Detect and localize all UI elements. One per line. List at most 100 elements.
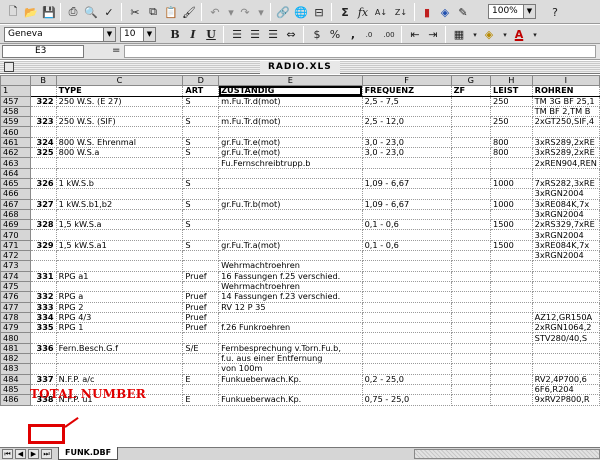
print-preview-icon[interactable]: 🔍	[82, 3, 100, 21]
column-header-e[interactable]: E	[218, 75, 363, 87]
row-header[interactable]: 459	[0, 116, 31, 128]
row-header[interactable]: 474	[0, 270, 31, 282]
cell[interactable]	[30, 188, 57, 200]
column-header-g[interactable]: G	[450, 75, 491, 87]
cell[interactable]	[490, 260, 533, 272]
cell[interactable]	[490, 322, 533, 334]
cell[interactable]: 250 W.S. (E 27)	[56, 96, 184, 107]
redo-dropdown-icon[interactable]: ▾	[252, 3, 270, 21]
cell[interactable]	[362, 188, 452, 200]
cell[interactable]: 1000	[490, 199, 533, 210]
decrease-decimal-button[interactable]: .00	[380, 26, 398, 43]
cell[interactable]: gr.Fu.Tr.e(mot)	[218, 137, 363, 149]
increase-decimal-button[interactable]: .0	[360, 26, 378, 43]
cell[interactable]	[532, 168, 600, 179]
cell[interactable]	[30, 229, 57, 241]
cell[interactable]: 3xRGN2004	[532, 229, 600, 241]
cell[interactable]	[56, 168, 184, 179]
cell[interactable]: 2,5 - 12,0	[362, 116, 452, 128]
cell[interactable]	[182, 260, 220, 272]
row-header[interactable]: 460	[0, 126, 31, 138]
row-header[interactable]: 484	[0, 373, 31, 385]
cell[interactable]: 1500	[490, 219, 533, 231]
cell[interactable]	[532, 353, 600, 365]
cell[interactable]: RPG 2	[56, 302, 184, 313]
cell[interactable]: 3,0 - 23,0	[362, 147, 452, 159]
cell[interactable]: 9xRV2P800,R	[532, 394, 600, 406]
cell[interactable]: Pruef	[182, 312, 220, 324]
row-header[interactable]: 472	[0, 250, 31, 262]
cell[interactable]: RV2,4P700,6	[532, 374, 600, 385]
cell[interactable]: 328	[30, 219, 57, 231]
cell[interactable]	[56, 260, 184, 272]
cell[interactable]	[182, 209, 220, 221]
cell[interactable]	[56, 250, 184, 262]
cell[interactable]	[490, 312, 533, 324]
cell[interactable]: 250 W.S. (SIF)	[56, 116, 184, 128]
cell[interactable]: 326	[30, 178, 57, 190]
row-header[interactable]: 477	[0, 301, 31, 313]
decrease-indent-icon[interactable]: ⇤	[406, 26, 424, 43]
cell[interactable]: 3xRS289,2xRE	[532, 147, 600, 159]
cell[interactable]: 16 Fassungen f.25 verschied.	[218, 271, 363, 282]
cell[interactable]	[30, 363, 57, 375]
cut-icon[interactable]: ✂	[126, 3, 144, 21]
currency-button[interactable]: $	[308, 26, 326, 43]
cell[interactable]	[182, 250, 220, 262]
cell[interactable]	[451, 260, 491, 272]
cell[interactable]	[30, 106, 57, 118]
cell[interactable]: 2xRGN1064,2	[532, 322, 600, 334]
spelling-icon[interactable]: ✓	[100, 3, 118, 21]
cell[interactable]	[362, 353, 452, 365]
map-icon[interactable]: ◈	[436, 3, 454, 21]
web-toolbar-icon[interactable]: 🌐	[292, 3, 310, 21]
last-sheet-icon[interactable]: ⏭	[41, 449, 52, 459]
cell[interactable]	[532, 291, 600, 303]
cell[interactable]: Pruef	[182, 291, 220, 303]
sheet-tab-funk[interactable]: FUNK.DBF	[58, 447, 119, 460]
row-header[interactable]: 480	[0, 332, 31, 344]
cell[interactable]: 0,1 - 0,6	[362, 240, 452, 252]
cell[interactable]: gr.Fu.Tr.e(mot)	[218, 147, 363, 159]
cell[interactable]	[451, 157, 491, 169]
row-header[interactable]: 467	[0, 198, 31, 210]
row-header[interactable]: 475	[0, 280, 31, 293]
column-header-i[interactable]: I	[531, 75, 600, 87]
cell[interactable]: 332	[30, 291, 57, 303]
cell[interactable]	[451, 147, 491, 159]
align-center-icon[interactable]: ☰	[246, 26, 264, 43]
cell[interactable]: gr.Fu.Tr.b(mot)	[218, 199, 363, 210]
cell[interactable]	[30, 332, 57, 344]
row-header[interactable]: 473	[0, 260, 31, 272]
cell[interactable]	[218, 384, 363, 396]
underline-button[interactable]: U	[202, 26, 220, 43]
cell[interactable]	[182, 332, 220, 344]
cell[interactable]: STV280/40,S	[532, 332, 600, 344]
row-header[interactable]: 463	[0, 157, 31, 169]
cell[interactable]	[362, 271, 452, 282]
cell[interactable]	[30, 85, 57, 97]
cell[interactable]: 1,5 kW.S.a1	[56, 240, 184, 252]
cell[interactable]	[490, 126, 533, 138]
cell[interactable]: 14 Fassungen f.23 verschied.	[218, 291, 363, 303]
save-icon[interactable]: 💾	[40, 3, 58, 21]
cell[interactable]	[451, 281, 491, 293]
cell[interactable]: m.Fu.Tr.d(mot)	[218, 96, 363, 107]
cell[interactable]	[182, 157, 220, 169]
cell[interactable]	[362, 281, 452, 293]
cell[interactable]	[532, 363, 600, 375]
cell[interactable]	[490, 188, 533, 200]
cell[interactable]: 323	[30, 116, 57, 128]
cell[interactable]: RV 12 P 35	[218, 302, 363, 313]
cell[interactable]	[362, 343, 452, 355]
cell[interactable]: Fern.Besch.G.f	[56, 343, 184, 355]
cell[interactable]	[362, 157, 452, 169]
cell[interactable]	[218, 219, 363, 231]
row-header[interactable]: 466	[0, 188, 31, 200]
cell[interactable]: Pruef	[182, 271, 220, 282]
cell[interactable]	[451, 240, 491, 252]
cell[interactable]	[451, 168, 491, 179]
column-header-c[interactable]: C	[55, 75, 184, 87]
cell[interactable]: 0,2 - 25,0	[362, 374, 452, 385]
cell[interactable]	[362, 260, 452, 272]
